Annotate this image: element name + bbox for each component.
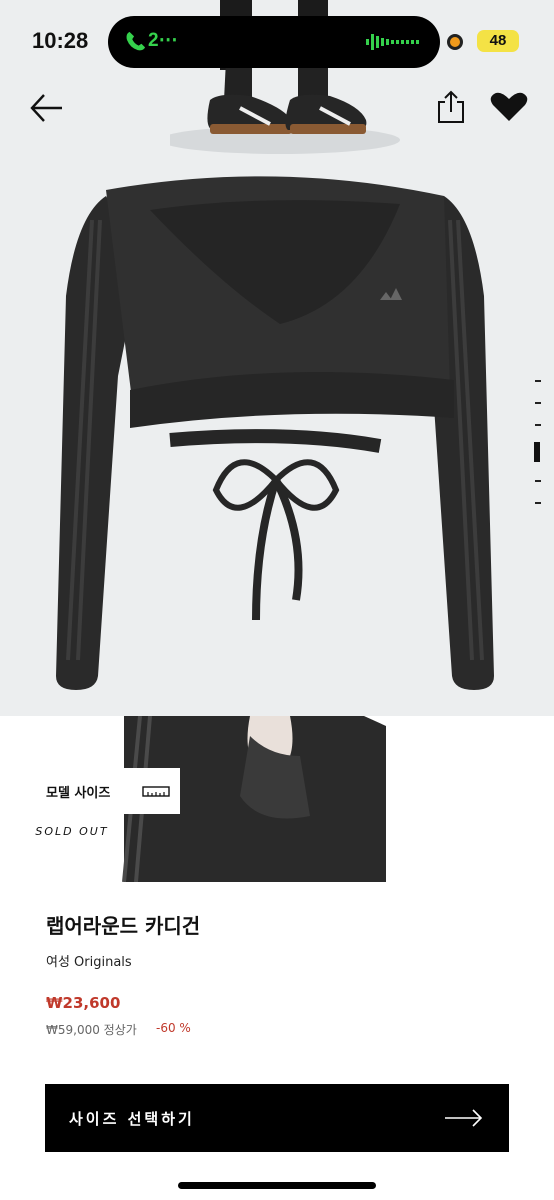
back-button[interactable] bbox=[30, 92, 64, 124]
product-main-photo bbox=[56, 176, 494, 690]
share-icon bbox=[438, 90, 464, 123]
heart-icon bbox=[490, 92, 528, 121]
product-title: 랩어라운드 카디건 bbox=[46, 914, 201, 938]
status-time: 10:28 bbox=[32, 28, 89, 53]
pager-tick[interactable] bbox=[535, 502, 541, 504]
pager-tick-active[interactable] bbox=[534, 442, 540, 462]
home-indicator[interactable] bbox=[178, 1182, 376, 1189]
model-size-label: 모델 사이즈 bbox=[46, 785, 111, 801]
arrow-left-icon bbox=[30, 94, 62, 122]
pager-tick[interactable] bbox=[535, 480, 541, 482]
call-duration-label: 2⋯ bbox=[148, 30, 178, 51]
gallery-pager[interactable] bbox=[532, 376, 544, 516]
discount-rate: -60 % bbox=[156, 1021, 191, 1035]
share-button[interactable] bbox=[436, 90, 466, 124]
ruler-icon bbox=[142, 786, 170, 797]
product-category: 여성 Originals bbox=[46, 955, 132, 970]
audio-waveform-icon bbox=[366, 34, 419, 50]
original-price: ₩59,000 정상가 bbox=[46, 1023, 137, 1037]
model-size-button[interactable]: 모델 사이즈 bbox=[34, 768, 180, 814]
select-size-button[interactable]: 사이즈 선택하기 bbox=[45, 1084, 509, 1152]
pager-tick[interactable] bbox=[535, 424, 541, 426]
pager-tick[interactable] bbox=[535, 402, 541, 404]
wishlist-button[interactable] bbox=[490, 92, 528, 122]
dynamic-island[interactable]: 2⋯ bbox=[108, 16, 440, 68]
sold-out-badge: SOLD OUT bbox=[34, 816, 110, 847]
phone-call-icon bbox=[126, 31, 146, 51]
battery-indicator: 48 bbox=[477, 30, 519, 52]
arrow-right-icon bbox=[445, 1109, 483, 1127]
select-size-label: 사이즈 선택하기 bbox=[69, 1109, 195, 1128]
product-gallery[interactable] bbox=[0, 0, 554, 882]
pager-tick[interactable] bbox=[535, 380, 541, 382]
recording-indicator-icon bbox=[447, 34, 463, 50]
status-bar: 10:28 2⋯ 48 bbox=[0, 0, 554, 84]
sold-out-label: SOLD OUT bbox=[35, 825, 109, 838]
sale-price: ₩23,600 bbox=[46, 994, 121, 1012]
